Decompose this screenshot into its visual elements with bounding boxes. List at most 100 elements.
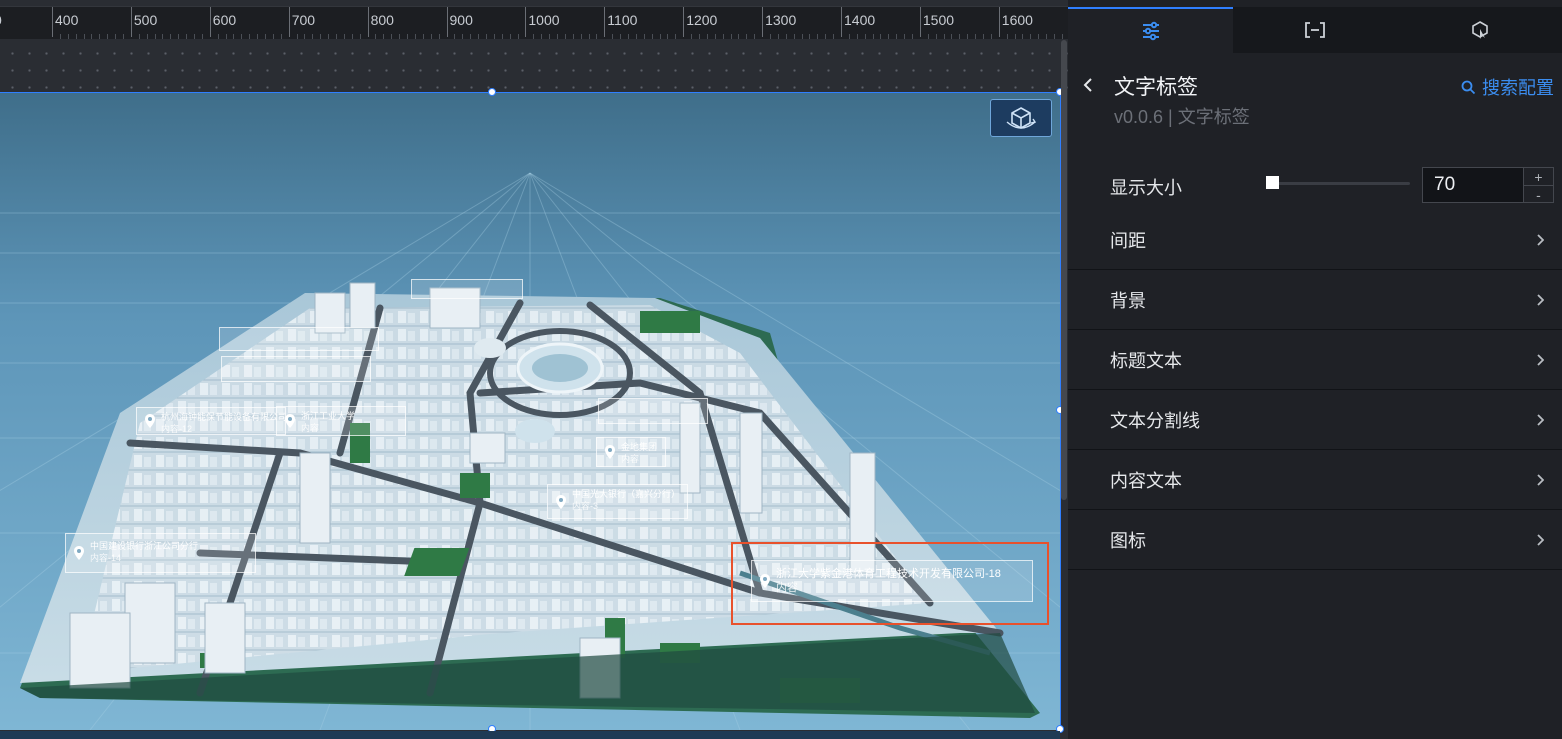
map-text-label[interactable]	[598, 398, 708, 424]
ruler-tick-label: 1400	[844, 12, 876, 28]
map-label-title: 中国光大银行（嘉兴分行）	[572, 489, 681, 499]
ruler-tick-label: 900	[449, 12, 473, 28]
config-section-row[interactable]: 标题文本	[1068, 330, 1562, 390]
ruler-major-tick	[919, 7, 921, 37]
ruler-tick-label: 1100	[607, 12, 638, 28]
map-text-label[interactable]: 中国建设银行浙江公司分行 内容-14	[65, 533, 256, 573]
editor-canvas[interactable]: 0 400 500 600 700 800 900 1000 1100 1200 1300 1400 1…	[0, 0, 1068, 739]
ruler-tick-label: 800	[370, 12, 394, 28]
config-section-row[interactable]: 背景	[1068, 270, 1562, 330]
ruler-tick-label: 0	[0, 12, 2, 28]
resize-handle-top[interactable]	[488, 88, 496, 96]
config-section-row[interactable]: 内容文本	[1068, 450, 1562, 510]
location-pin-icon	[145, 414, 155, 428]
config-section-label: 图标	[1110, 530, 1146, 551]
display-size-row: 显示大小 70 + -	[1068, 165, 1562, 205]
config-section-row[interactable]: 图标	[1068, 510, 1562, 570]
chevron-right-icon	[1537, 473, 1544, 486]
ruler-major-tick	[52, 7, 53, 37]
map-label-subtitle: 内容	[301, 423, 320, 433]
ruler-tick-label: 600	[212, 12, 237, 28]
map-text-label[interactable]: 浙江工业大学 内容	[276, 406, 406, 436]
location-pin-icon	[74, 546, 84, 560]
sliders-icon	[1142, 21, 1159, 41]
slider-track	[1266, 182, 1410, 185]
interaction-cube-icon	[1471, 21, 1488, 39]
map-label-subtitle: 内容	[621, 454, 640, 464]
ruler-tick-label: 1000	[528, 12, 560, 28]
search-config-link[interactable]: 搜索配置	[1461, 74, 1554, 100]
slider-thumb[interactable]	[1265, 176, 1279, 189]
ruler-tick-label: 1200	[686, 12, 718, 28]
config-section-label: 内容文本	[1110, 470, 1182, 491]
tab-interaction[interactable]	[1397, 7, 1562, 53]
config-section-label: 背景	[1110, 290, 1146, 311]
decrement-button[interactable]: -	[1524, 186, 1553, 203]
ruler-tick-label: 400	[55, 12, 79, 28]
ruler-major-tick	[209, 7, 211, 37]
config-section-label: 标题文本	[1110, 350, 1182, 371]
display-size-stepper: + -	[1524, 167, 1554, 203]
ruler-tick-label: 700	[291, 12, 316, 28]
ruler-major-tick	[683, 7, 685, 37]
tab-config[interactable]	[1068, 7, 1233, 53]
map-text-label[interactable]	[219, 327, 379, 351]
chevron-left-icon	[1083, 78, 1092, 92]
map-label-title: 浙江工业大学	[301, 411, 356, 421]
config-section-row[interactable]: 间距	[1068, 210, 1562, 270]
config-section-label: 文本分割线	[1110, 410, 1200, 431]
panel-header: 文字标签 v0.0.6 | 文字标签 搜索配置	[1068, 62, 1562, 132]
chevron-right-icon	[1537, 413, 1544, 426]
ruler-tick-label: 1500	[922, 12, 955, 28]
ruler-major-tick	[288, 7, 290, 37]
ruler-major-tick	[525, 7, 527, 37]
map-text-label[interactable]	[221, 356, 371, 382]
map-label-title: 金地集团	[621, 442, 658, 452]
display-size-label: 显示大小	[1110, 178, 1182, 198]
location-pin-icon	[285, 414, 295, 428]
ruler-major-tick	[762, 7, 764, 37]
horizontal-scrollbar[interactable]	[0, 731, 1060, 739]
ruler-major-tick	[367, 7, 369, 37]
location-pin-icon	[605, 445, 615, 459]
ruler-major-tick	[841, 7, 842, 37]
ruler-tick-label: 1600	[1001, 12, 1033, 28]
search-config-label: 搜索配置	[1482, 78, 1554, 98]
ruler-major-tick	[130, 7, 132, 37]
map-text-label[interactable]: 金地集团 内容	[596, 437, 666, 467]
ruler-major-tick	[998, 7, 1000, 37]
increment-button[interactable]: +	[1524, 168, 1553, 186]
display-size-slider[interactable]	[1265, 176, 1410, 189]
config-section-label: 间距	[1110, 230, 1146, 251]
map-label-subtitle: 内容-14	[90, 553, 122, 563]
component-title: 文字标签	[1114, 76, 1198, 99]
ruler-tick-label: 500	[133, 12, 158, 28]
map-text-label[interactable]	[411, 279, 523, 299]
chevron-right-icon	[1537, 233, 1544, 246]
map-label-title: 杭州海钟能保节能设备有限公司	[161, 412, 286, 422]
map-text-label[interactable]: 杭州海钟能保节能设备有限公司 内容-12	[136, 407, 286, 435]
display-size-input[interactable]: 70	[1422, 167, 1524, 203]
vertical-scrollbar[interactable]	[1061, 40, 1067, 500]
ruler-tick-label: 1300	[765, 12, 797, 28]
ruler-major-tick	[446, 7, 448, 37]
component-version: v0.0.6 | 文字标签	[1114, 107, 1250, 127]
map-label-subtitle: 内容-3	[572, 501, 599, 511]
chevron-right-icon	[1537, 293, 1544, 306]
bracket-box-icon	[1305, 22, 1325, 38]
tab-data[interactable]	[1233, 7, 1397, 53]
canvas-dot-grid	[0, 39, 1068, 91]
map-text-label[interactable]: 中国光大银行（嘉兴分行） 内容-3	[547, 484, 688, 519]
panel-tab-bar	[1068, 7, 1562, 53]
map-label-subtitle: 内容-12	[161, 424, 193, 434]
config-panel: 文字标签 v0.0.6 | 文字标签 搜索配置 显示大小 70 + - 间距背景…	[1068, 0, 1562, 739]
map-label-title: 中国建设银行浙江公司分行	[90, 541, 199, 551]
3d-view-toggle-button[interactable]	[990, 99, 1052, 137]
selected-label-outline	[731, 542, 1049, 625]
config-section-row[interactable]: 文本分割线	[1068, 390, 1562, 450]
ruler-major-tick	[604, 7, 606, 37]
location-pin-icon	[556, 494, 566, 509]
horizontal-ruler: 0 400 500 600 700 800 900 1000 1100 1200 1300 1400 1…	[0, 6, 1068, 40]
chevron-right-icon	[1537, 353, 1544, 366]
back-button[interactable]	[1080, 75, 1096, 95]
